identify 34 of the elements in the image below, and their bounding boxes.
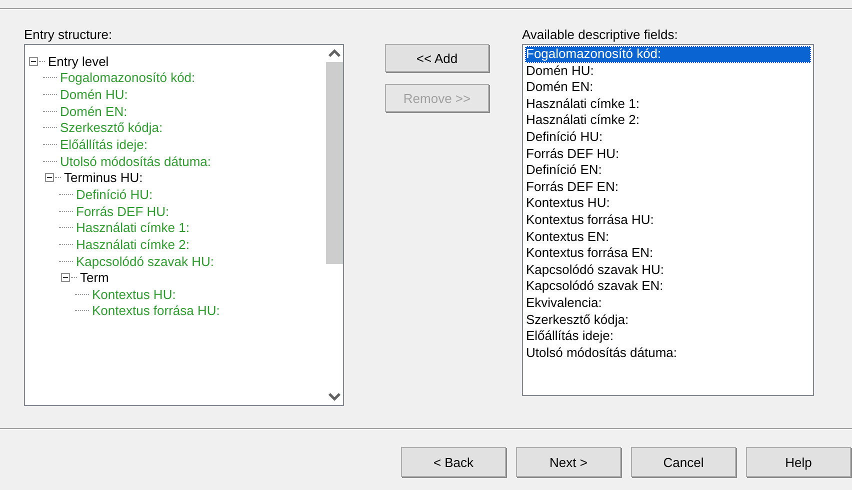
list-item[interactable]: Kontextus EN: [525,228,811,246]
button[interactable]: < Back [401,447,506,477]
collapse-icon[interactable] [61,273,70,282]
list-item[interactable]: Forrás DEF EN: [525,178,811,196]
button[interactable]: Cancel [631,447,736,477]
list-item[interactable]: Domén HU: [525,62,811,80]
list-item[interactable]: Kontextus HU: [525,195,811,212]
tree-node[interactable]: Entry level [48,54,109,69]
list-item[interactable]: Definíció HU: [525,128,811,146]
list-item[interactable]: Definíció EN: [525,162,811,179]
list-item[interactable]: Szerkesztő kódja: [525,312,811,328]
button[interactable]: Next > [516,447,621,477]
list-label: Available descriptive fields: [522,28,679,44]
list-item[interactable]: Kontextus forrása HU: [525,212,811,229]
collapse-icon[interactable] [29,56,38,66]
list-item[interactable]: Kontextus forrása EN: [525,245,811,262]
tree-node[interactable]: Term [80,270,109,286]
button[interactable]: << Add [385,44,489,72]
list-item[interactable]: Forrás DEF HU: [525,146,811,162]
list-item[interactable]: Utolsó módosítás dátuma: [525,344,811,362]
list-item[interactable]: Használati címke 1: [525,96,811,112]
list-item[interactable]: Használati címke 2: [525,112,811,129]
list-item[interactable]: Előállítás ideje: [525,328,811,345]
collapse-icon[interactable] [45,173,54,182]
list-item[interactable]: Fogalomazonosító kód: [525,46,811,63]
tree-node[interactable]: Terminus HU: [64,170,143,186]
list-box[interactable] [522,44,814,396]
list-item[interactable]: Kapcsolódó szavak HU: [525,262,811,278]
list-item[interactable]: Kapcsolódó szavak EN: [525,278,811,295]
tree-label: Entry structure: [24,28,114,44]
list-item[interactable]: Domén EN: [525,79,811,96]
list-item[interactable]: Ekvivalencia: [525,294,811,312]
scrollbar-thumb[interactable] [326,62,343,264]
button[interactable]: Help [746,447,851,477]
